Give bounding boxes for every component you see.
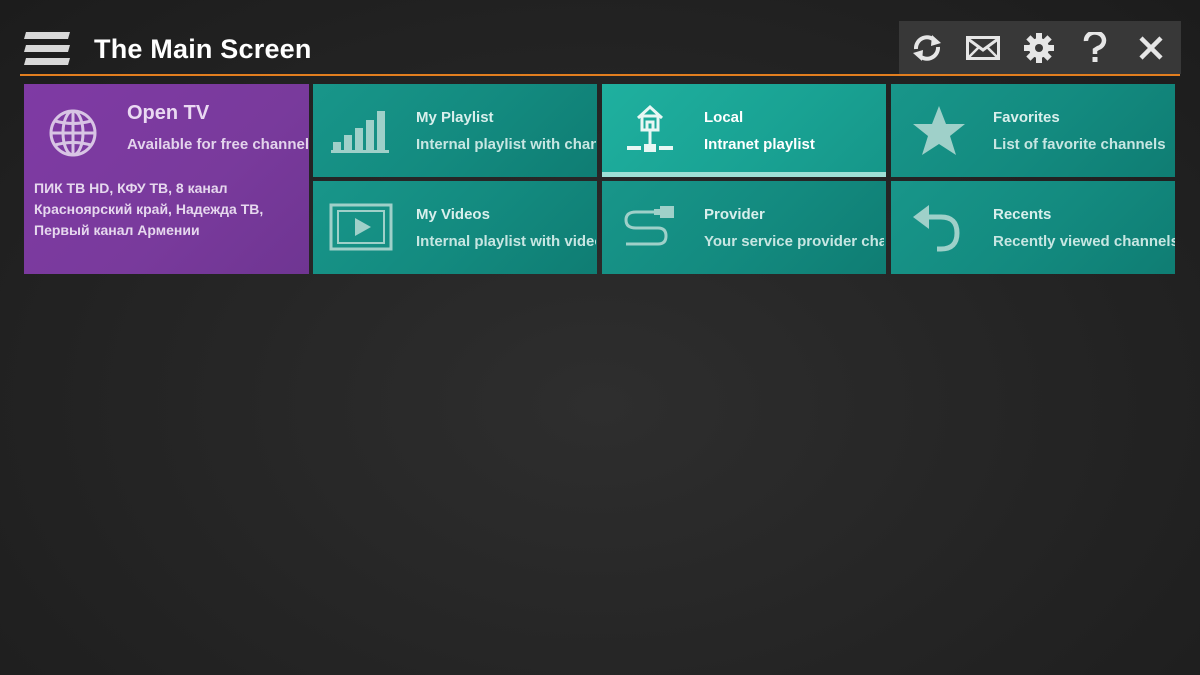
tile-title: My Videos <box>416 206 490 223</box>
cable-plug-icon <box>622 203 678 260</box>
top-bar: The Main Screen <box>0 0 1200 78</box>
close-button[interactable] <box>1123 21 1179 74</box>
tile-subtitle: Intranet playlist <box>704 136 815 153</box>
home-network-icon <box>624 104 676 161</box>
tile-title: Local <box>704 109 744 126</box>
refresh-icon <box>910 33 944 63</box>
tile-title: My Playlist <box>416 109 494 126</box>
tile-local[interactable]: Local Intranet playlist <box>602 84 886 177</box>
messages-button[interactable] <box>955 21 1011 74</box>
tile-title: Recents <box>993 206 1052 223</box>
selected-indicator <box>602 172 886 177</box>
page-title: The Main Screen <box>94 34 312 64</box>
tile-my-playlist[interactable]: My Playlist Internal playlist with chan <box>313 84 597 177</box>
tile-subtitle: Your service provider chan <box>704 233 884 250</box>
tile-provider[interactable]: Provider Your service provider chan <box>602 181 886 274</box>
tile-recents[interactable]: Recents Recently viewed channels <box>891 181 1175 274</box>
signal-bars-icon <box>331 108 389 159</box>
tile-subtitle: Internal playlist with chan <box>416 136 596 153</box>
refresh-button[interactable] <box>899 21 955 74</box>
star-icon <box>911 104 967 163</box>
tile-subtitle: List of favorite channels <box>993 136 1166 153</box>
globe-icon <box>48 108 98 163</box>
question-icon <box>1083 31 1107 64</box>
tile-my-videos[interactable]: My Videos Internal playlist with video <box>313 181 597 274</box>
help-button[interactable] <box>1067 21 1123 74</box>
close-icon <box>1138 35 1164 61</box>
tile-title: Favorites <box>993 109 1060 126</box>
tile-title: Provider <box>704 206 765 223</box>
video-play-icon <box>329 203 393 256</box>
hamburger-menu-icon[interactable] <box>22 30 72 68</box>
tile-subtitle: Internal playlist with video <box>416 233 596 250</box>
open-tv-channel-list: ПИК ТВ HD, КФУ ТВ, 8 канал Красноярский … <box>34 180 264 238</box>
open-tv-subtitle: Available for free channels <box>127 136 309 153</box>
open-tv-title: Open TV <box>127 102 210 124</box>
undo-arrow-icon <box>911 203 965 258</box>
tile-open-tv[interactable]: Open TV Available for free channels ПИК … <box>24 84 309 274</box>
settings-button[interactable] <box>1011 21 1067 74</box>
tile-favorites[interactable]: Favorites List of favorite channels <box>891 84 1175 177</box>
tile-subtitle: Recently viewed channels <box>993 233 1175 250</box>
gear-icon <box>1023 32 1055 64</box>
header-divider <box>20 74 1180 76</box>
toolbar <box>899 21 1181 74</box>
envelope-icon <box>966 35 1000 60</box>
